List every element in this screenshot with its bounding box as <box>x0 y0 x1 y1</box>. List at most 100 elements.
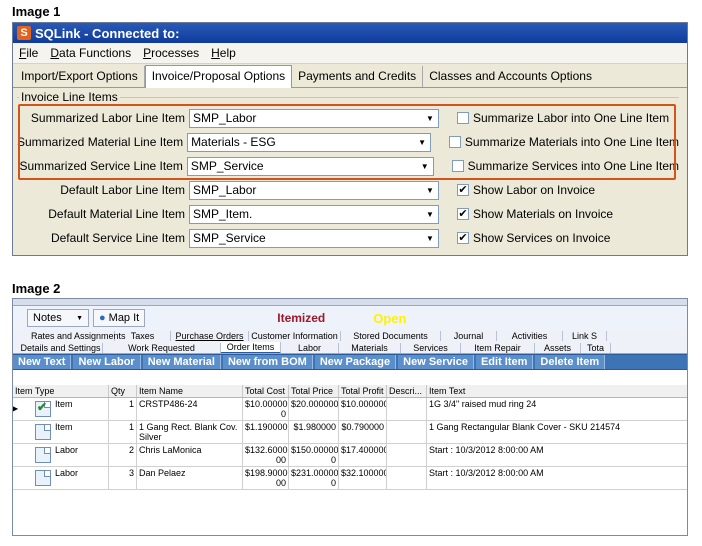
chevron-down-icon[interactable]: ▼ <box>414 134 430 151</box>
option-checkbox[interactable]: ✔ <box>457 184 469 196</box>
menu-processes[interactable]: Processes <box>143 46 199 60</box>
new-material-button[interactable]: New Material <box>142 355 221 369</box>
menu-data-functions[interactable]: Data Functions <box>50 46 131 60</box>
tab-activities[interactable]: Activities <box>497 331 563 341</box>
line-item-label: Summarized Service Line Item <box>19 159 183 173</box>
line-item-label: Default Service Line Item <box>50 231 185 245</box>
line-item-label: Summarized Labor Line Item <box>30 111 185 125</box>
line-item-select[interactable]: Materials - ESG ▼ <box>187 132 432 152</box>
tab-details-and-settings[interactable]: Details and Settings <box>19 342 103 353</box>
col-total-price[interactable]: Total Price <box>289 385 339 397</box>
tab-services[interactable]: Services <box>401 342 461 353</box>
chevron-down-icon[interactable]: ▼ <box>422 206 438 223</box>
total-profit-cell: $32.100000 <box>339 467 387 489</box>
option-checkbox[interactable]: ✔ <box>457 232 469 244</box>
tab-work-requested[interactable]: Work Requested <box>103 342 221 353</box>
tab-import-export[interactable]: Import/Export Options <box>15 66 145 87</box>
line-item-label: Default Labor Line Item <box>60 183 185 197</box>
image1-caption: Image 1 <box>12 4 61 19</box>
line-item-select[interactable]: SMP_Labor ▼ <box>189 180 439 200</box>
line-item-select[interactable]: SMP_Labor ▼ <box>189 108 439 128</box>
item-type-cell: ✔ Item <box>13 398 109 420</box>
delete-item-button[interactable]: Delete Item <box>535 355 606 369</box>
tab-customer-information[interactable]: Customer Information <box>249 331 341 341</box>
item-text-cell: Start : 10/3/2012 8:00:00 AM <box>427 444 687 466</box>
edit-item-button[interactable]: Edit Item <box>475 355 534 369</box>
line-item-row: Default Material Line Item SMP_Item. ▼ ✔ Sho… <box>17 204 679 224</box>
option-checkbox[interactable] <box>457 112 469 124</box>
tab-row-2: Details and Settings Work Requested Order … <box>13 342 687 354</box>
tab-link-s[interactable]: Link S <box>563 331 607 341</box>
line-item-row: Summarized Material Line Item Materials -… <box>17 132 679 152</box>
col-description[interactable]: Descri... <box>387 385 427 397</box>
col-item-text[interactable]: Item Text <box>427 385 687 397</box>
status-itemized: Itemized <box>277 311 326 325</box>
item-type-text: Item <box>55 422 73 432</box>
tab-purchase-orders[interactable]: Purchase Orders <box>171 331 249 341</box>
tab-labor[interactable]: Labor <box>281 342 339 353</box>
col-qty[interactable]: Qty <box>109 385 137 397</box>
options-tabs: Import/Export Options Invoice/Proposal O… <box>13 64 687 88</box>
total-price-cell: $150.00000 0 <box>291 444 339 466</box>
col-total-profit[interactable]: Total Profit <box>339 385 387 397</box>
tab-materials[interactable]: Materials <box>339 342 401 353</box>
tab-assets[interactable]: Assets <box>535 342 581 353</box>
document-icon <box>35 424 51 440</box>
line-item-select[interactable]: SMP_Item. ▼ <box>189 204 439 224</box>
table-row[interactable]: Labor 3 Dan Pelaez $198.9000 00 $231.00000 0… <box>13 467 687 490</box>
tab-invoice-proposal[interactable]: Invoice/Proposal Options <box>144 65 293 88</box>
globe-icon: ● <box>99 312 106 324</box>
line-item-select[interactable]: SMP_Service ▼ <box>186 156 434 176</box>
tab-payments-credits[interactable]: Payments and Credits <box>292 66 424 87</box>
chevron-down-icon: ▼ <box>76 314 83 322</box>
tab-tota[interactable]: Tota <box>581 342 611 353</box>
item-name-cell: Chris LaMonica <box>137 444 243 466</box>
table-row[interactable]: ▶ ✔ Item 1 CRSTP486-24 $10.00000 0 $20.000000 $… <box>13 398 687 421</box>
line-item-row: Default Labor Line Item SMP_Labor ▼ ✔ Show L… <box>17 180 679 200</box>
total-price-cell: $20.000000 <box>289 398 339 420</box>
sqlink-window: S SQLink - Connected to: File Data Funct… <box>12 22 688 256</box>
new-from-bom-button[interactable]: New from BOM <box>222 355 313 369</box>
work-order-toolbar: Notes ▼ ● Map It Itemized Open <box>13 306 687 330</box>
new-labor-button[interactable]: New Labor <box>73 355 141 369</box>
line-item-row: Summarized Service Line Item SMP_Service ▼… <box>17 156 679 176</box>
option-checkbox[interactable]: ✔ <box>457 208 469 220</box>
notes-dropdown[interactable]: Notes ▼ <box>27 309 89 327</box>
tab-item-repair[interactable]: Item Repair <box>461 342 535 353</box>
app-logo-icon: S <box>17 26 31 40</box>
description-cell <box>387 467 427 489</box>
option-label: Show Labor on Invoice <box>473 183 596 197</box>
chevron-down-icon[interactable]: ▼ <box>422 110 438 127</box>
col-item-type[interactable]: Item Type <box>13 385 109 397</box>
chevron-down-icon[interactable]: ▼ <box>422 230 438 247</box>
menu-file[interactable]: File <box>19 46 38 60</box>
col-total-cost[interactable]: Total Cost <box>243 385 289 397</box>
item-type-text: Labor <box>55 468 79 478</box>
col-item-name[interactable]: Item Name <box>137 385 243 397</box>
work-order-window: Notes ▼ ● Map It Itemized Open Rates and… <box>12 298 688 536</box>
tab-journal[interactable]: Journal <box>441 331 497 341</box>
tab-classes-accounts[interactable]: Classes and Accounts Options <box>423 66 598 87</box>
option-checkbox[interactable] <box>449 136 461 148</box>
line-item-select[interactable]: SMP_Service ▼ <box>189 228 439 248</box>
option-checkbox[interactable] <box>451 160 464 172</box>
new-service-button[interactable]: New Service <box>398 355 474 369</box>
line-item-label: Summarized Material Line Item <box>17 135 184 149</box>
tab-taxes[interactable]: Taxes <box>115 331 171 341</box>
tab-order-items[interactable]: Order Items <box>221 342 281 353</box>
top-strip <box>13 299 687 306</box>
tab-rates-and-assignments[interactable]: Rates and Assignments <box>31 331 126 341</box>
table-row[interactable]: Item 1 1 Gang Rect. Blank Cov. Silver $1.19… <box>13 421 687 444</box>
new-text-button[interactable]: New Text <box>13 355 72 369</box>
tab-stored-documents[interactable]: Stored Documents <box>341 331 441 341</box>
table-row[interactable]: Labor 2 Chris LaMonica $132.6000 00 $150.000… <box>13 444 687 467</box>
map-it-button[interactable]: ● Map It <box>93 309 146 327</box>
new-package-button[interactable]: New Package <box>314 355 397 369</box>
line-item-label: Default Material Line Item <box>48 207 185 221</box>
chevron-down-icon[interactable]: ▼ <box>422 182 438 199</box>
group-title: Invoice Line Items <box>19 90 120 104</box>
chevron-down-icon[interactable]: ▼ <box>417 158 433 175</box>
menu-help[interactable]: Help <box>211 46 236 60</box>
item-type-text: Item <box>55 399 73 409</box>
item-text-cell: 1G 3/4" raised mud ring 24 <box>427 398 687 420</box>
